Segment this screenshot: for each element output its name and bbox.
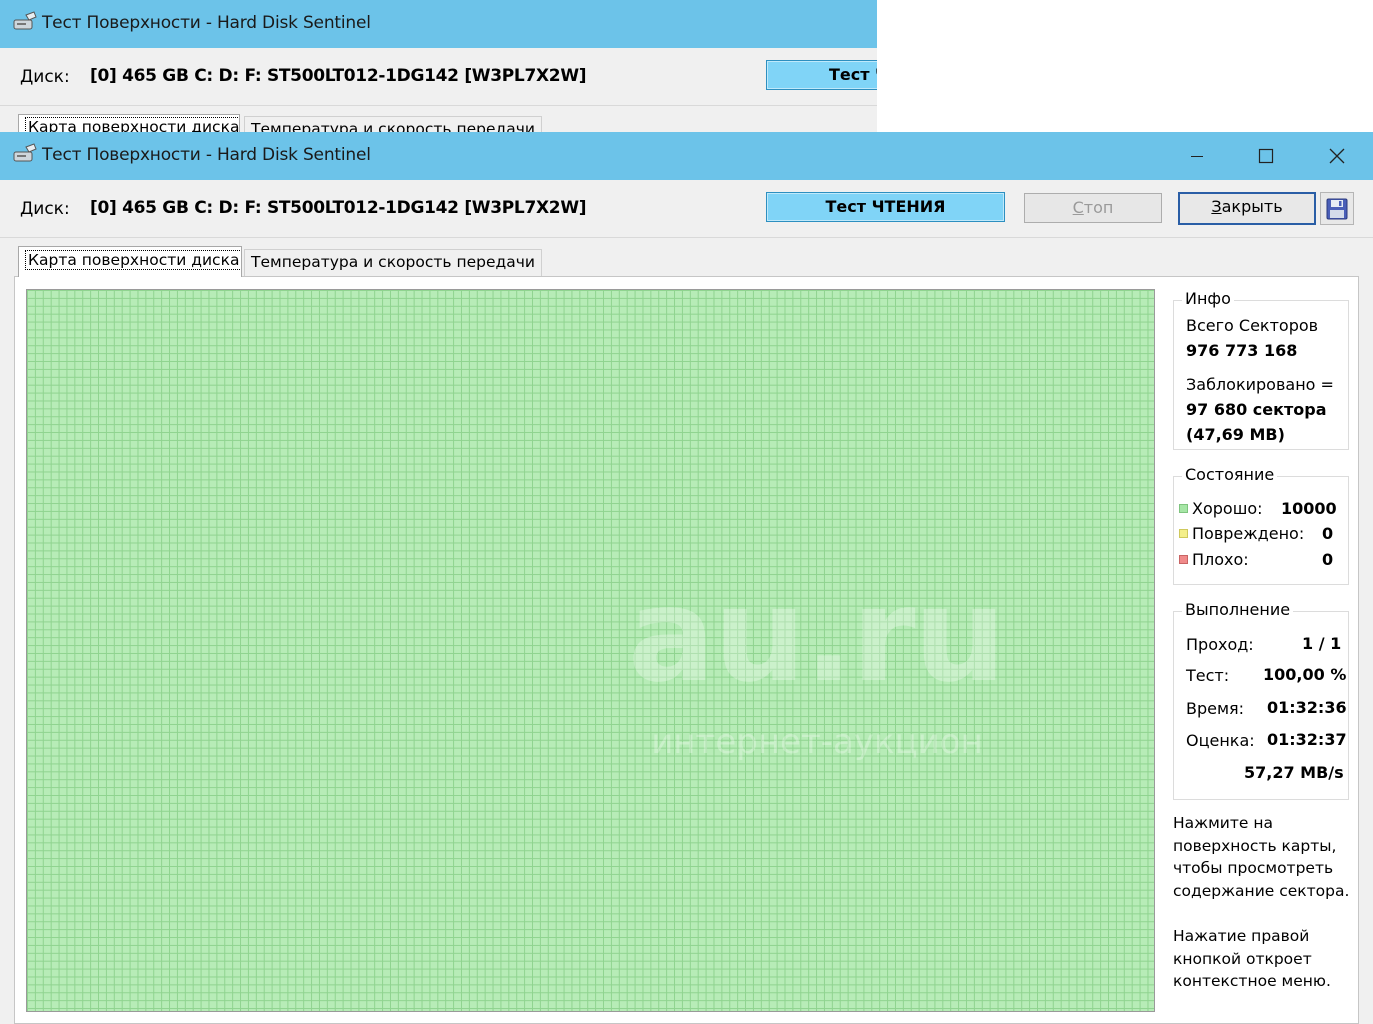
disk-name: [0] 465 GB C: D: F: ST500LT012-1DG142 [W… <box>90 198 587 218</box>
stop-button[interactable]: Стоп <box>1024 193 1162 223</box>
hard-disk-sentinel-icon <box>13 11 37 30</box>
estimate-label: Оценка: <box>1186 731 1255 750</box>
close-window-button[interactable] <box>1314 132 1360 180</box>
estimate-value: 01:32:37 <box>1267 730 1347 749</box>
window-title: Тест Поверхности - Hard Disk Sentinel <box>42 145 371 165</box>
blocked-label: Заблокировано = <box>1186 375 1334 394</box>
background-tab-temperature[interactable]: Температура и скорость передачи <box>244 116 542 132</box>
damaged-legend-swatch <box>1179 529 1188 538</box>
good-legend-swatch <box>1179 504 1188 513</box>
titlebar[interactable]: Тест Поверхности - Hard Disk Sentinel <box>0 132 1373 180</box>
maximize-icon <box>1258 148 1274 164</box>
maximize-button[interactable] <box>1243 132 1289 180</box>
hard-disk-sentinel-icon <box>13 143 37 162</box>
background-window: Тест Поверхности - Hard Disk Sentinel Ди… <box>0 0 877 132</box>
elapsed-time-label: Время: <box>1186 699 1245 718</box>
elapsed-time-value: 01:32:36 <box>1267 698 1347 717</box>
test-progress-value: 100,00 % <box>1263 665 1347 684</box>
damaged-value: 0 <box>1322 524 1334 543</box>
pass-label: Проход: <box>1186 635 1254 654</box>
toolbar-divider <box>0 237 1373 238</box>
blocked-sectors-value: 97 680 сектора <box>1186 400 1327 419</box>
total-sectors-value: 976 773 168 <box>1186 341 1298 360</box>
background-tab-surface-map[interactable]: Карта поверхности диска <box>18 114 240 132</box>
right-click-hint: Нажатие правой кнопкой откроет контекстн… <box>1173 927 1331 990</box>
tab-temperature-speed[interactable]: Температура и скорость передачи <box>244 249 542 276</box>
progress-group-title: Выполнение <box>1182 600 1294 619</box>
test-progress-label: Тест: <box>1186 666 1230 685</box>
save-button[interactable] <box>1320 192 1354 225</box>
minimize-icon <box>1191 156 1203 157</box>
bad-legend-swatch <box>1179 555 1188 564</box>
state-group-title: Состояние <box>1182 465 1278 484</box>
background-divider <box>0 105 877 106</box>
pass-value: 1 / 1 <box>1302 634 1342 653</box>
total-sectors-label: Всего Секторов <box>1186 316 1319 335</box>
background-disk-name: [0] 465 GB C: D: F: ST500LT012-1DG142 [W… <box>90 66 587 86</box>
minimize-button[interactable] <box>1174 132 1220 180</box>
left-click-hint: Нажмите на поверхность карты, чтобы прос… <box>1173 814 1350 900</box>
bad-label: Плохо: <box>1192 550 1249 569</box>
watermark-logo: au.ru <box>627 559 1006 711</box>
background-titlebar[interactable]: Тест Поверхности - Hard Disk Sentinel <box>0 0 877 48</box>
transfer-speed-value: 57,27 MB/s <box>1244 763 1344 782</box>
close-button[interactable]: Закрыть <box>1178 192 1316 225</box>
bad-value: 0 <box>1322 550 1334 569</box>
damaged-label: Повреждено: <box>1192 524 1305 543</box>
close-icon <box>1329 148 1345 164</box>
floppy-disk-icon <box>1326 198 1348 219</box>
blocked-size-value: (47,69 MB) <box>1186 425 1285 444</box>
background-disk-label: Диск: <box>20 67 70 87</box>
disk-label: Диск: <box>20 199 70 219</box>
good-value: 10000 <box>1281 499 1337 518</box>
info-group-title: Инфо <box>1182 289 1234 308</box>
read-test-button[interactable]: Тест ЧТЕНИЯ <box>766 192 1005 222</box>
surface-test-window: Тест Поверхности - Hard Disk Sentinel Ди… <box>0 132 1373 1024</box>
background-window-title: Тест Поверхности - Hard Disk Sentinel <box>42 13 371 33</box>
tab-surface-map[interactable]: Карта поверхности диска <box>18 246 242 277</box>
good-label: Хорошо: <box>1192 499 1263 518</box>
background-test-button[interactable]: Тест Ч <box>766 60 877 90</box>
watermark-subtitle: интернет-аукцион <box>651 722 983 762</box>
